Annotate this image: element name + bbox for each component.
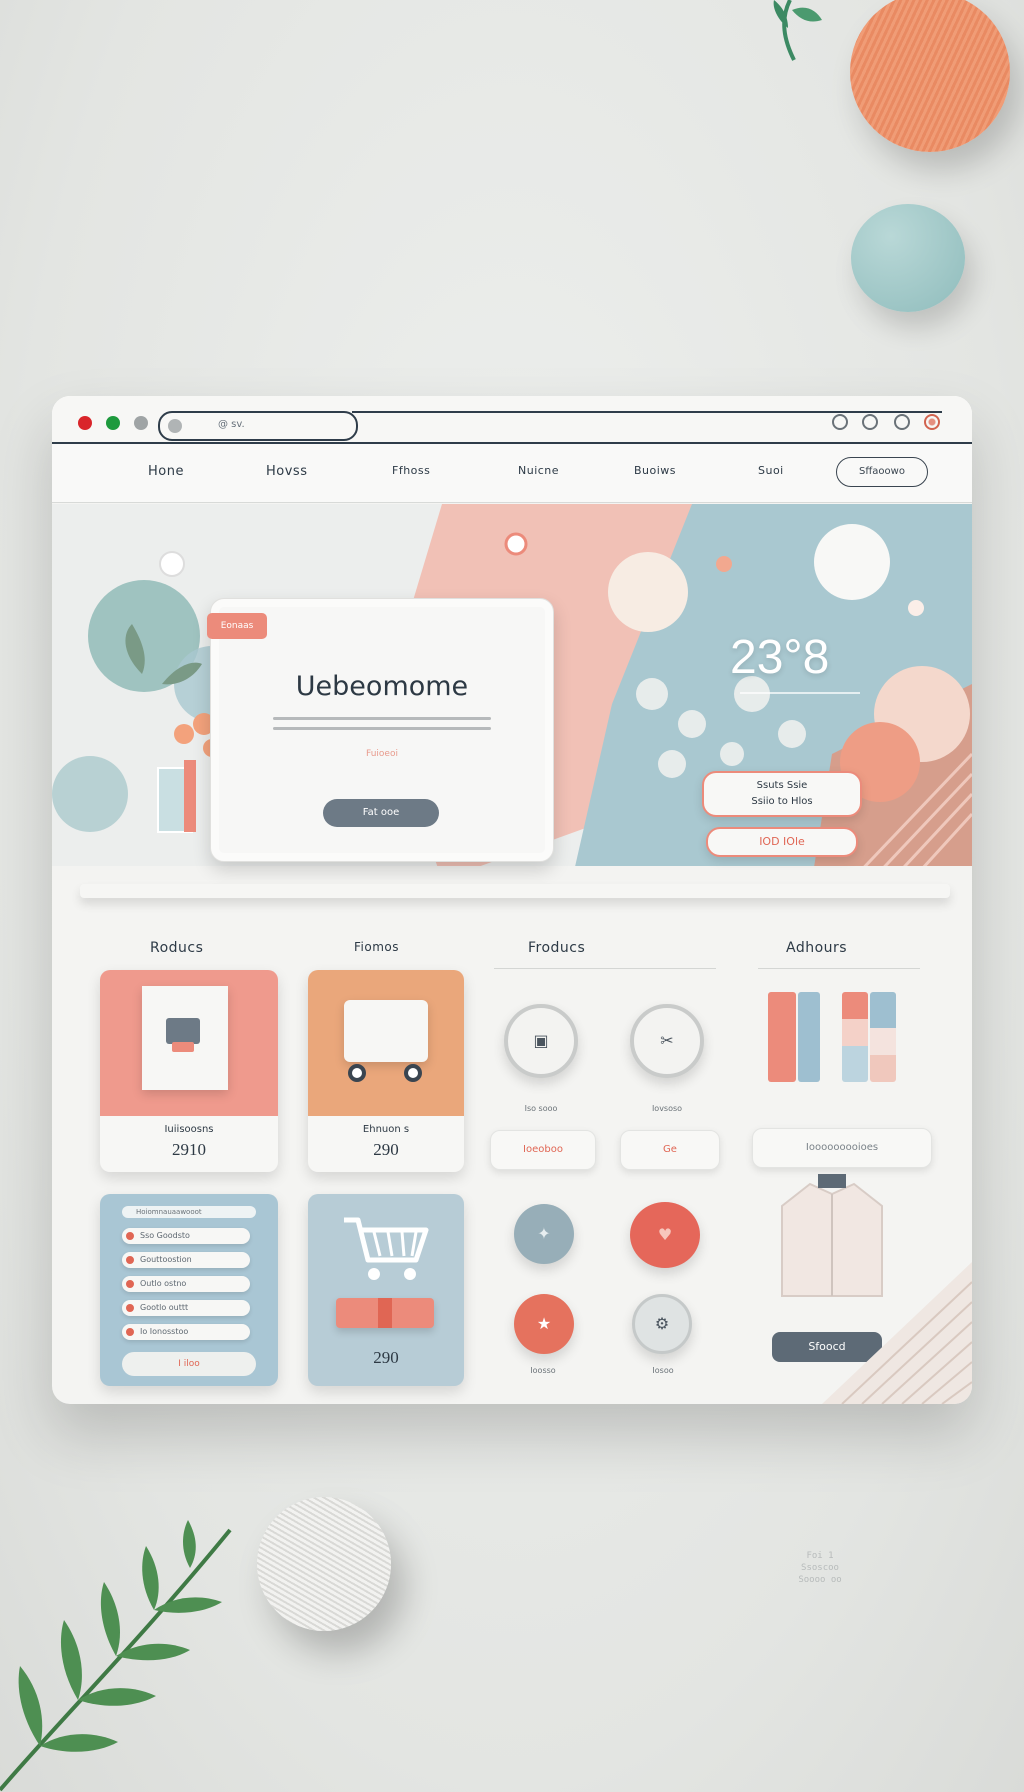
- profile-icon[interactable]: [924, 414, 940, 430]
- round-button-1[interactable]: ▣: [504, 1004, 578, 1078]
- maximize-dot[interactable]: [106, 416, 120, 430]
- tools-icon: ✂: [660, 1031, 674, 1050]
- list-row[interactable]: Io Ionosstoo: [122, 1324, 250, 1340]
- product-image: [100, 970, 278, 1116]
- address-bar-rule: [352, 411, 942, 439]
- leaf-icon: [773, 0, 822, 61]
- heart-icon: ♥: [657, 1225, 673, 1244]
- book-icon: [142, 986, 228, 1090]
- title-bar: @ sv.: [52, 396, 972, 444]
- address-text: @ sv.: [218, 419, 245, 430]
- shelf: [80, 884, 950, 898]
- settings-icon[interactable]: [894, 414, 910, 430]
- product-price: 2910: [172, 1140, 206, 1159]
- cart-box-icon: [344, 1000, 428, 1062]
- shopping-cart-icon: [344, 1217, 429, 1280]
- nav-item-home[interactable]: Hone: [148, 464, 184, 479]
- white-yarn-ball: [257, 1497, 391, 1631]
- list-row[interactable]: Sso Goodsto: [122, 1228, 250, 1244]
- welcome-title: Uebeomome: [295, 671, 469, 702]
- nav-item-4[interactable]: Nuicne: [518, 464, 559, 477]
- teal-ball: [851, 204, 965, 312]
- swatch-pastel[interactable]: [870, 992, 896, 1082]
- welcome-subtitle: Fuioeoi: [366, 749, 398, 759]
- product-price: 290: [373, 1140, 399, 1159]
- pill-button-c[interactable]: Iooooooooioes: [752, 1128, 932, 1168]
- list-card: Hoiomnauaawooot Sso Goodsto Gouttoostion…: [100, 1194, 278, 1386]
- round-button-4[interactable]: ♥: [630, 1202, 700, 1268]
- close-dot[interactable]: [78, 416, 92, 430]
- stripes-decoration: [822, 1262, 972, 1404]
- swatch-coral[interactable]: [768, 992, 796, 1082]
- list-row[interactable]: Gootlo outtt: [122, 1300, 250, 1316]
- welcome-tag: Eonaas: [207, 613, 267, 639]
- product-card-2[interactable]: Ehnuon s 290: [308, 970, 464, 1172]
- cart-card[interactable]: 290: [308, 1194, 464, 1386]
- round-button-3[interactable]: ✦: [514, 1204, 574, 1264]
- section-title-3: Froducs: [528, 940, 586, 956]
- star-icon: ★: [536, 1314, 552, 1333]
- nav-item-5[interactable]: Buoiws: [634, 464, 676, 477]
- fern-icon: [0, 1520, 232, 1792]
- button-caption: Ioosso: [530, 1366, 556, 1375]
- book-icon: ▣: [533, 1031, 549, 1050]
- orange-yarn-ball: [850, 0, 1010, 152]
- welcome-button[interactable]: Fat ooe: [323, 799, 439, 827]
- round-button-5[interactable]: ★: [514, 1294, 574, 1354]
- nav-item-2[interactable]: Hovss: [266, 464, 307, 479]
- button-caption: Iso sooo: [524, 1104, 558, 1113]
- settings-icon: ⚙: [654, 1314, 670, 1333]
- product-label: Ehnuon s: [362, 1124, 410, 1135]
- watermark: Foi 1 Ssoscoo Soooo oo: [798, 1551, 842, 1585]
- nav-cta-button[interactable]: Sffaoowo: [836, 457, 928, 487]
- temperature-readout: 23°8: [730, 631, 830, 684]
- section-title-2: Fiomos: [354, 940, 399, 954]
- pill-button-a[interactable]: Ioeoboo: [490, 1130, 596, 1170]
- swatch-mixed[interactable]: [842, 992, 868, 1082]
- button-caption: Iosoo: [652, 1366, 674, 1375]
- product-image: [308, 970, 464, 1116]
- minimize-dot[interactable]: [134, 416, 148, 430]
- list-row[interactable]: Outlo ostno: [122, 1276, 250, 1292]
- browser-window: @ sv. Hone Hovss Ffhoss Nuicne Buoiws Su…: [52, 396, 972, 1404]
- site-icon: [168, 419, 182, 433]
- list-card-header: Hoiomnauaawooot: [122, 1206, 256, 1218]
- text-line: [273, 727, 491, 730]
- product-label: Iuiisoosns: [164, 1124, 214, 1135]
- nav-item-3[interactable]: Ffhoss: [392, 464, 430, 477]
- button-caption: Iovsoso: [651, 1104, 683, 1113]
- hero-action-pill[interactable]: IOD IOle: [706, 827, 858, 857]
- swatch-blue[interactable]: [798, 992, 820, 1082]
- round-button-6[interactable]: ⚙: [632, 1294, 692, 1354]
- share-icon[interactable]: [862, 414, 878, 430]
- product-card-1[interactable]: Iuiisoosns 2910: [100, 970, 278, 1172]
- product-price: 290: [373, 1348, 399, 1367]
- section-divider: [758, 968, 920, 969]
- welcome-card: Eonaas Uebeomome Fuioeoi Fat ooe: [207, 598, 554, 862]
- section-title-1: Roducs: [150, 940, 204, 956]
- list-card-footer-button[interactable]: I iloo: [122, 1352, 256, 1376]
- list-row[interactable]: Gouttoostion: [122, 1252, 250, 1268]
- temperature-rule: [740, 692, 860, 694]
- refresh-icon[interactable]: [832, 414, 848, 430]
- round-button-2[interactable]: ✂: [630, 1004, 704, 1078]
- address-bar[interactable]: @ sv.: [158, 411, 358, 441]
- hero-info-pill[interactable]: Ssuts Ssie Ssiio to Hlos: [702, 771, 862, 817]
- section-title-4: Adhours: [786, 940, 848, 956]
- pill-button-b[interactable]: Ge: [620, 1130, 720, 1170]
- nav-item-6[interactable]: Suoi: [758, 464, 784, 477]
- nav-bar: Hone Hovss Ffhoss Nuicne Buoiws Suoi Sff…: [52, 444, 972, 503]
- gift-box-icon: [336, 1298, 434, 1328]
- tag-icon: ✦: [537, 1224, 551, 1243]
- section-divider: [494, 968, 716, 969]
- text-line: [273, 717, 491, 720]
